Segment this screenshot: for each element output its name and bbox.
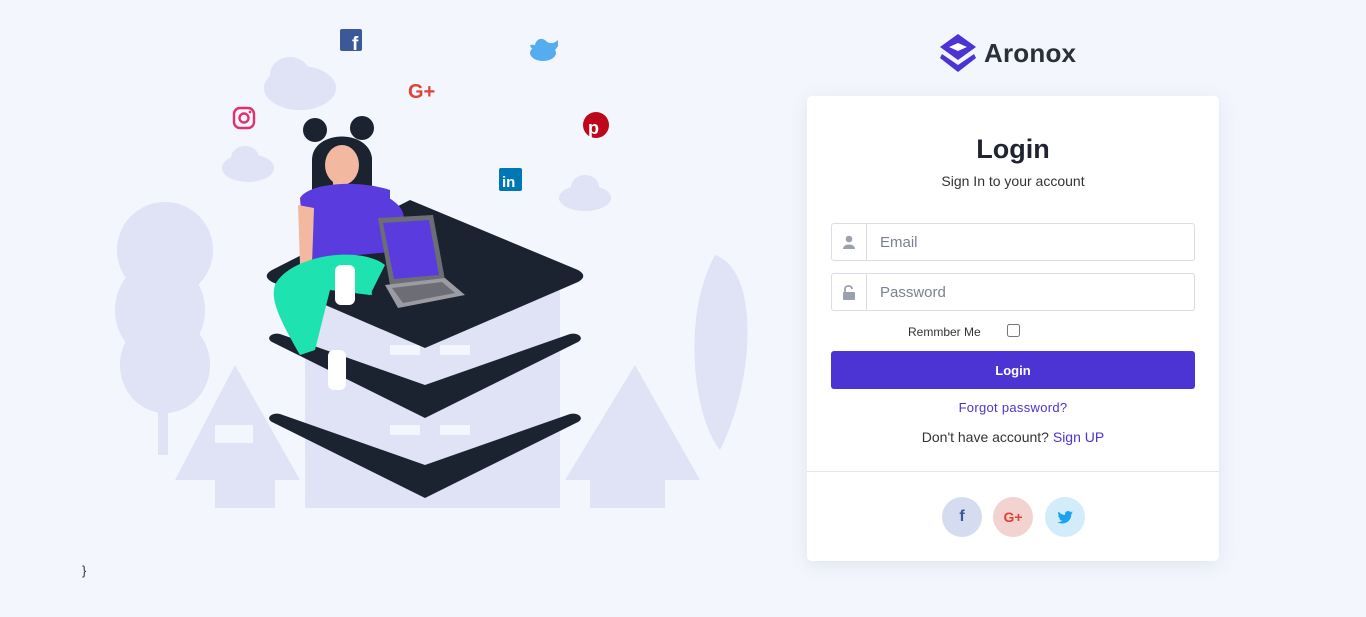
brand-logo[interactable]: Aronox xyxy=(938,32,1076,74)
email-field-group xyxy=(831,223,1195,261)
email-input[interactable] xyxy=(867,224,1194,260)
user-icon xyxy=(832,224,867,260)
svg-text:f: f xyxy=(352,34,359,55)
remember-me-label: Remmber Me xyxy=(908,325,981,339)
twitter-login-button[interactable] xyxy=(1045,497,1085,537)
hero-illustration: f G+ p in xyxy=(115,29,748,508)
google-plus-logo-icon: G+ xyxy=(408,81,435,103)
forgot-password-link[interactable]: Forgot password? xyxy=(807,400,1219,415)
svg-text:p: p xyxy=(588,118,599,138)
instagram-logo-icon xyxy=(232,106,256,130)
no-account-text: Don't have account? xyxy=(921,429,1049,445)
password-field-group xyxy=(831,273,1195,311)
divider xyxy=(807,471,1219,472)
facebook-icon: f xyxy=(959,508,965,525)
login-button[interactable]: Login xyxy=(831,351,1195,389)
google-plus-icon: G+ xyxy=(1003,509,1023,525)
pinterest-logo-icon: p xyxy=(583,112,609,138)
twitter-icon xyxy=(1057,510,1073,523)
linkedin-logo-icon: in xyxy=(499,168,522,191)
login-subtitle: Sign In to your account xyxy=(941,173,1085,189)
signup-prompt: Don't have account? Sign UP xyxy=(807,429,1219,445)
facebook-login-button[interactable]: f xyxy=(942,497,982,537)
login-title: Login xyxy=(976,134,1050,164)
login-card: Login Sign In to your account Remmber Me… xyxy=(807,96,1219,561)
twitter-logo-icon xyxy=(530,38,558,61)
password-input[interactable] xyxy=(867,274,1194,310)
facebook-logo-icon: f xyxy=(340,29,362,55)
brand-name: Aronox xyxy=(984,37,1077,68)
google-plus-login-button[interactable]: G+ xyxy=(993,497,1033,537)
remember-me-checkbox[interactable] xyxy=(1007,324,1020,337)
stray-text: } xyxy=(82,563,87,578)
unlock-icon xyxy=(832,274,867,310)
signup-link[interactable]: Sign UP xyxy=(1053,429,1104,445)
svg-text:in: in xyxy=(502,174,515,191)
aronox-logo-icon xyxy=(940,34,976,72)
